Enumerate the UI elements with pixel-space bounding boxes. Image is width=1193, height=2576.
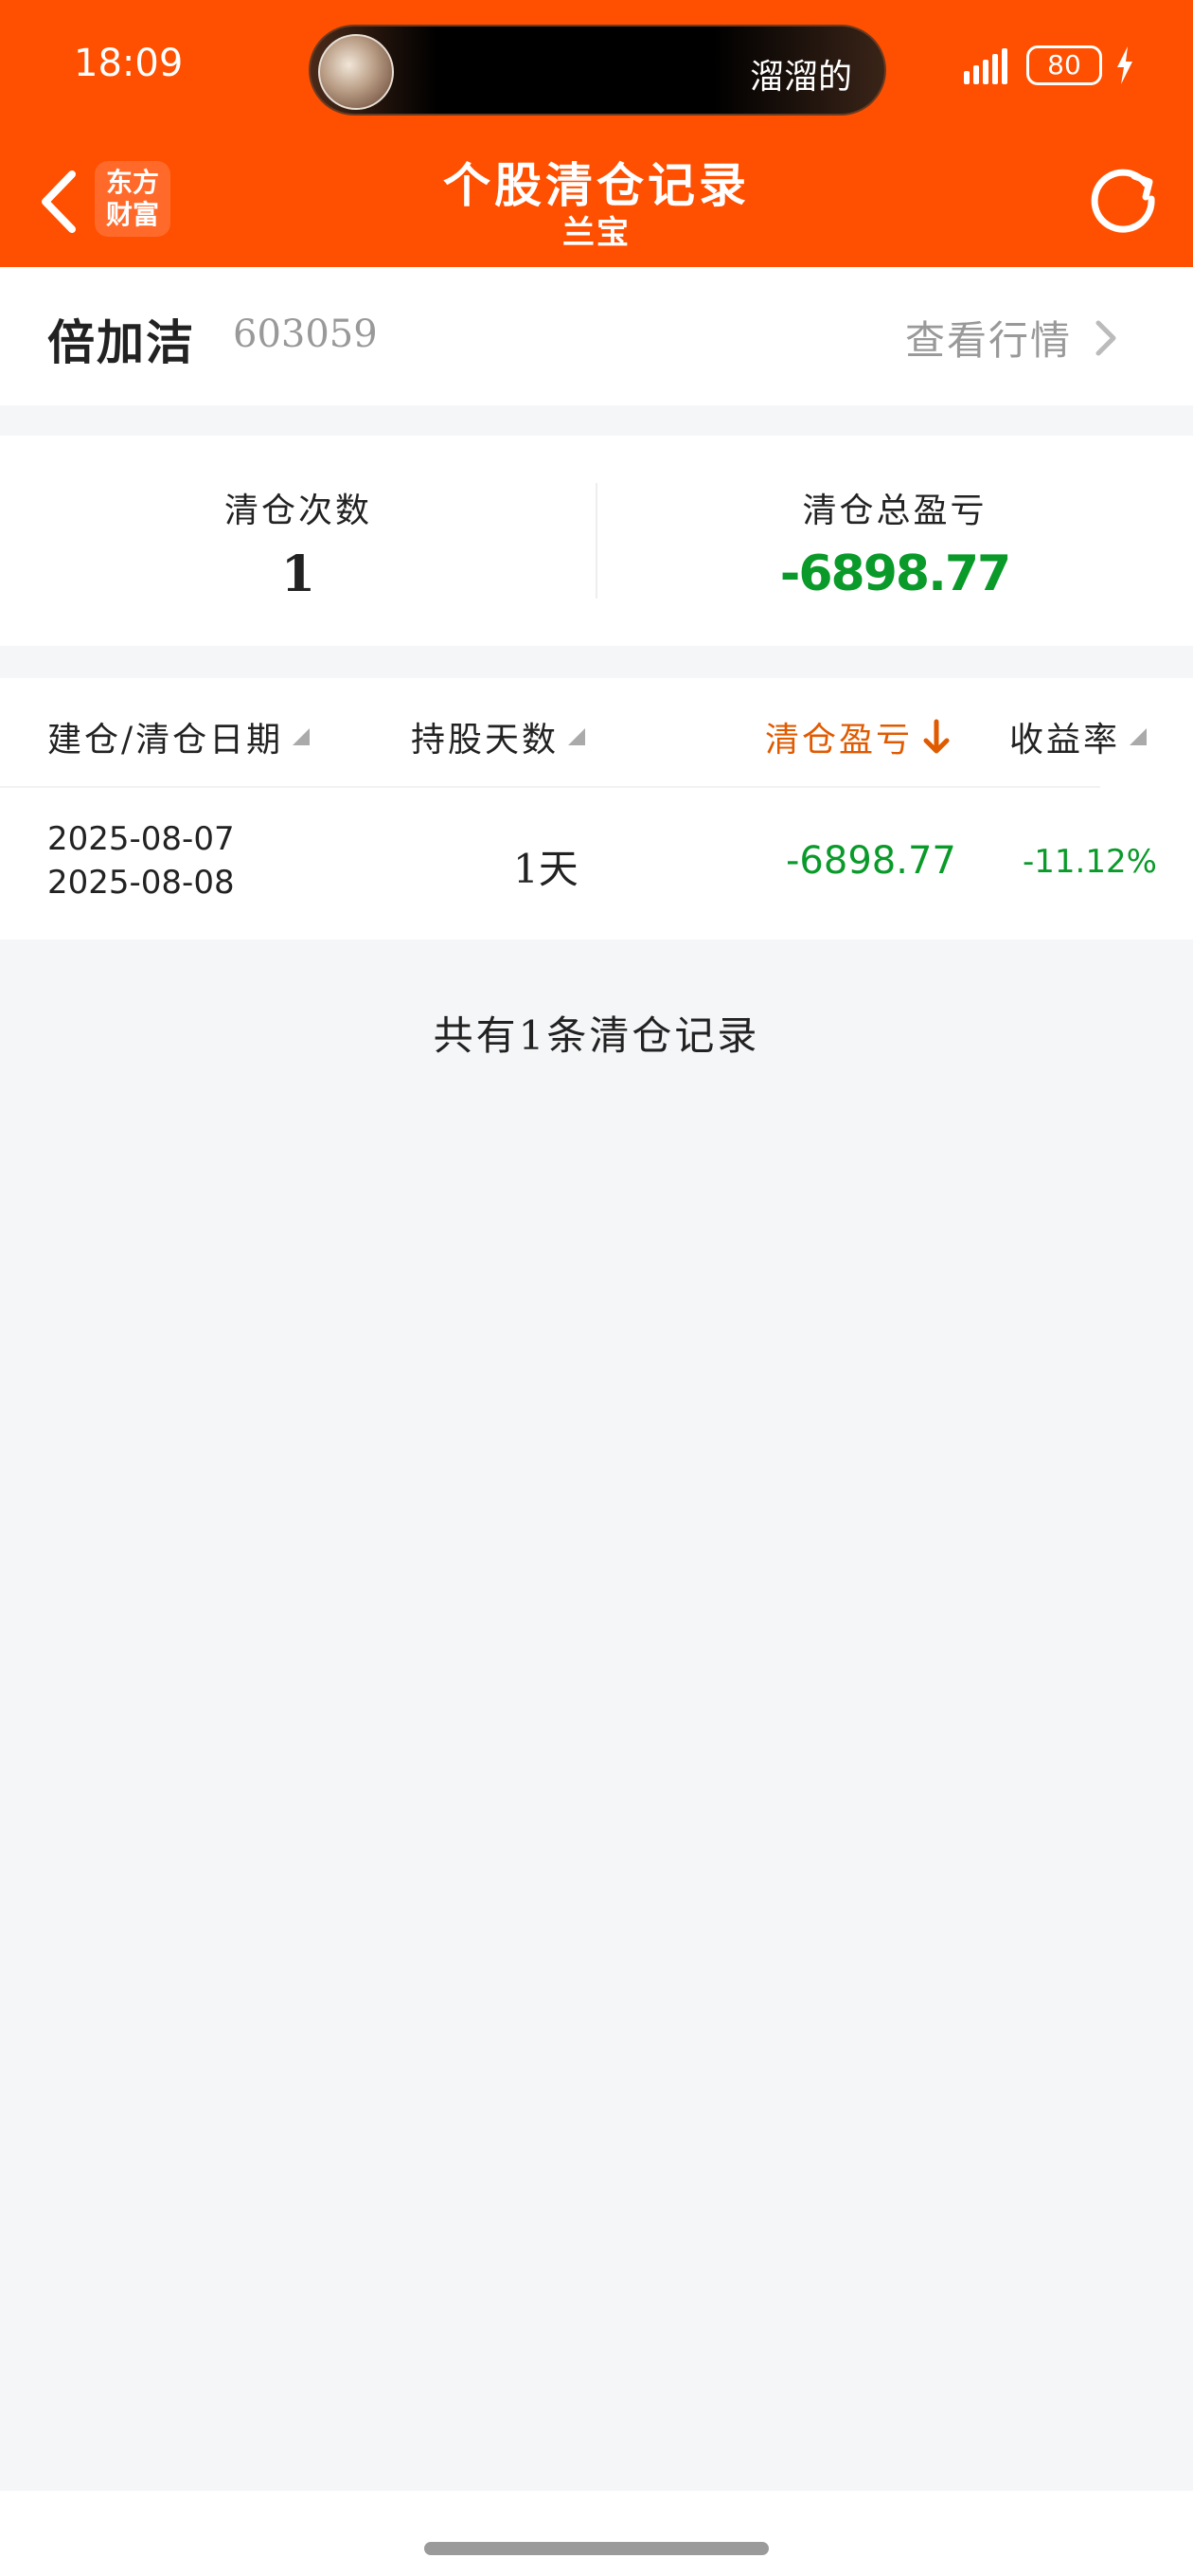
record-count-text: 共有1条清仓记录 (433, 1012, 760, 1059)
sort-triangle-icon (568, 728, 586, 745)
summary-card: 清仓次数 1 清仓总盈亏 -6898.77 (0, 436, 1193, 646)
close-date: 2025-08-08 (47, 864, 235, 902)
column-header-days[interactable]: 持股天数 (411, 712, 586, 761)
column-header-pnl-label: 清仓盈亏 (765, 721, 914, 760)
row-pnl: -6898.77 (786, 839, 956, 883)
sort-triangle-icon (293, 728, 311, 745)
page-subtitle: 兰宝 (562, 214, 631, 252)
count-label: 清仓次数 (223, 492, 372, 530)
count-stat: 清仓次数 1 (0, 483, 596, 603)
home-indicator[interactable] (424, 2542, 769, 2555)
total-pnl-value: -6898.77 (779, 546, 1011, 602)
column-header-rate-label: 收益率 (1009, 721, 1121, 760)
view-market-link[interactable]: 查看行情 (905, 309, 1119, 367)
stock-info-bar: 倍加洁 603059 查看行情 (0, 267, 1193, 405)
column-header-days-label: 持股天数 (411, 721, 560, 760)
count-value: 1 (280, 546, 316, 603)
column-header-dates[interactable]: 建仓/清仓日期 (47, 712, 311, 761)
records-table: 建仓/清仓日期 持股天数 清仓盈亏 收益率 2025-08-07 2025-08… (0, 678, 1193, 939)
bottom-safe-area (0, 2491, 1193, 2576)
status-time: 18:09 (74, 42, 184, 85)
holding-days: 1天 (513, 846, 579, 892)
refresh-icon[interactable] (1087, 163, 1159, 235)
album-art-icon (318, 34, 394, 110)
total-pnl-stat: 清仓总盈亏 -6898.77 (596, 483, 1193, 602)
dynamic-island[interactable]: 溜溜的 (309, 25, 886, 116)
sort-triangle-icon (1130, 728, 1148, 745)
column-header-pnl[interactable]: 清仓盈亏 (765, 712, 951, 761)
open-date: 2025-08-07 (47, 820, 235, 858)
total-pnl-label: 清仓总盈亏 (802, 492, 988, 530)
column-header-rate[interactable]: 收益率 (1009, 712, 1148, 761)
view-market-label: 查看行情 (905, 317, 1073, 364)
header-divider (0, 786, 1100, 788)
column-header-dates-label: 建仓/清仓日期 (47, 721, 284, 760)
status-icons: 80 (964, 45, 1134, 85)
app-header: 18:09 溜溜的 80 东方 财富 个股清仓记录 兰宝 (0, 0, 1193, 267)
signal-icon (964, 46, 1013, 84)
island-text: 溜溜的 (749, 58, 852, 97)
stock-code: 603059 (233, 313, 378, 356)
chevron-right-icon (1095, 320, 1116, 355)
charging-bolt-icon (1117, 46, 1132, 84)
sort-down-arrow-icon (923, 719, 950, 754)
stock-name: 倍加洁 (47, 314, 195, 370)
row-rate: -11.12% (1023, 843, 1157, 881)
battery-icon: 80 (1026, 45, 1102, 85)
